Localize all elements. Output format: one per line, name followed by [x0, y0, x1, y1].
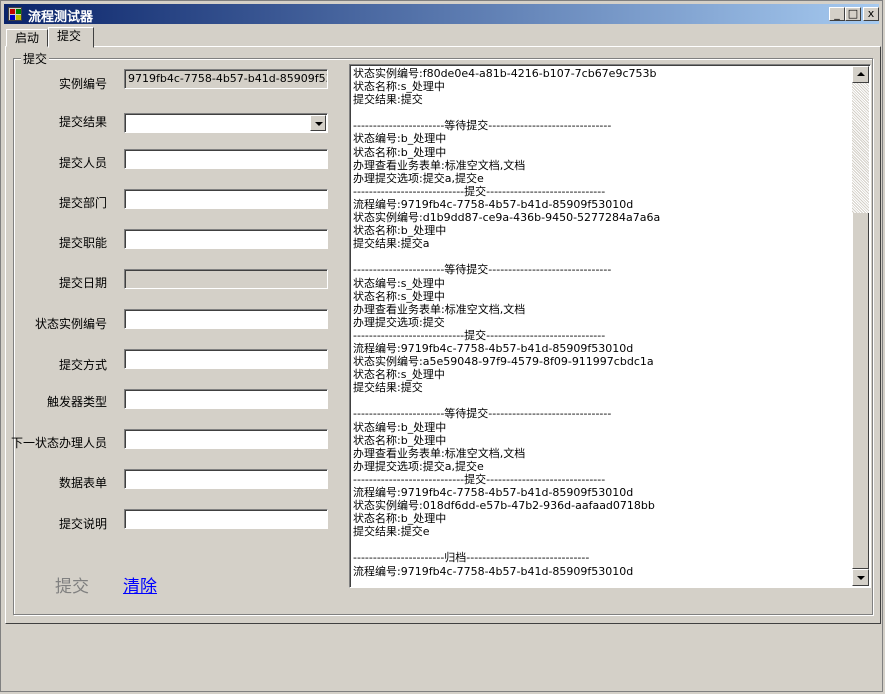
window-title: 流程测试器	[28, 10, 94, 25]
log-line: 状态编号:s_处理中	[353, 276, 445, 290]
next-handler-input[interactable]	[124, 429, 328, 449]
log-line: 状态名称:s_处理中	[353, 368, 445, 382]
role-label: 提交职能	[58, 236, 107, 250]
submit-method-label: 提交方式	[58, 358, 107, 372]
log-line: ----------------------------提交----------…	[353, 184, 606, 198]
log-line: 状态名称:b_处理中	[353, 145, 447, 159]
app-icon	[8, 7, 22, 21]
state-instance-id-input[interactable]	[124, 309, 328, 329]
minimize-button[interactable]: _	[829, 7, 845, 21]
submit-date-input[interactable]	[124, 269, 328, 289]
log-line: -----------------------等待提交-------------…	[353, 407, 612, 421]
scroll-track[interactable]	[852, 83, 869, 213]
log-line: 状态名称:b_处理中	[353, 433, 447, 447]
log-line: 状态名称:s_处理中	[353, 80, 445, 94]
title-bar[interactable]: 流程测试器 _ □ x	[4, 4, 879, 25]
log-line: 状态实例编号:018df6dd-e57b-47b2-936d-aafaad071…	[353, 499, 655, 513]
log-line: 提交结果:提交	[353, 93, 423, 107]
log-line: 提交结果:提交e	[353, 525, 430, 539]
submit-method-input[interactable]	[124, 349, 328, 369]
submitter-label: 提交人员	[58, 156, 107, 170]
log-line: 流程编号:9719fb4c-7758-4b57-b41d-85909f53010…	[353, 341, 634, 355]
close-button[interactable]: x	[863, 7, 879, 21]
log-line: ----------------------------提交----------…	[353, 328, 606, 342]
submit-note-label: 提交说明	[58, 517, 107, 531]
submit-date-label: 提交日期	[58, 276, 107, 290]
department-input[interactable]	[124, 189, 328, 209]
log-line: ----------------------------提交----------…	[353, 472, 606, 486]
maximize-button[interactable]: □	[845, 7, 861, 21]
tab-submit[interactable]: 提交	[48, 27, 94, 48]
instance-id-field[interactable]: 9719fb4c-7758-4b57-b41d-85909f53010d	[124, 69, 328, 89]
scroll-up-icon[interactable]	[852, 66, 869, 83]
tab-start[interactable]: 启动	[6, 29, 48, 47]
log-line: 办理提交选项:提交a,提交e	[353, 459, 484, 473]
log-line: 提交结果:提交a	[353, 237, 430, 251]
submitter-input[interactable]	[124, 149, 328, 169]
log-text: 状态实例编号:f80de0e4-a81b-4216-b107-7cb67e9c7…	[353, 67, 851, 585]
log-line: -----------------------等待提交-------------…	[353, 263, 612, 277]
department-label: 提交部门	[58, 196, 107, 210]
log-line: 状态名称:b_处理中	[353, 512, 447, 526]
log-line: 状态名称:b_处理中	[353, 224, 447, 238]
state-instance-id-label: 状态实例编号	[34, 317, 107, 331]
log-line: 办理提交选项:提交	[353, 315, 445, 329]
log-line: 状态编号:b_处理中	[353, 132, 447, 146]
log-line: 流程编号:9719fb4c-7758-4b57-b41d-85909f53010…	[353, 564, 634, 578]
log-line: 办理提交选项:提交a,提交e	[353, 171, 484, 185]
group-title: 提交	[21, 50, 50, 67]
log-line: 提交结果:提交	[353, 381, 423, 395]
log-line: 办理查看业务表单:标准空文档,文档	[353, 302, 526, 316]
trigger-type-input[interactable]	[124, 389, 328, 409]
log-line: 流程编号:9719fb4c-7758-4b57-b41d-85909f53010…	[353, 197, 634, 211]
log-output[interactable]: 状态实例编号:f80de0e4-a81b-4216-b107-7cb67e9c7…	[349, 64, 871, 588]
log-line: 办理查看业务表单:标准空文档,文档	[353, 446, 526, 460]
role-input[interactable]	[124, 229, 328, 249]
data-form-label: 数据表单	[58, 476, 107, 490]
log-line: -----------------------等待提交-------------…	[353, 119, 612, 133]
log-line: 状态编号:b_处理中	[353, 420, 447, 434]
log-line: 状态名称:s_处理中	[353, 289, 445, 303]
log-scrollbar[interactable]	[852, 66, 869, 586]
log-line: 流程编号:9719fb4c-7758-4b57-b41d-85909f53010…	[353, 486, 634, 499]
app-window: 流程测试器 _ □ x 启动 提交 提交 实例编号 提交结果 提交人员 提交部门…	[0, 0, 883, 692]
next-handler-label: 下一状态办理人员	[10, 436, 107, 450]
log-line: 状态实例编号:d1b9dd87-ce9a-436b-9450-5277284a7…	[353, 211, 661, 225]
submit-result-label: 提交结果	[58, 115, 107, 129]
clear-link[interactable]: 清除	[123, 572, 157, 597]
log-line: 状态实例编号:f80de0e4-a81b-4216-b107-7cb67e9c7…	[353, 67, 657, 80]
chevron-down-icon[interactable]	[310, 115, 326, 131]
trigger-type-label: 触发器类型	[46, 395, 107, 409]
scroll-down-icon[interactable]	[852, 569, 869, 586]
log-line: 办理查看业务表单:标准空文档,文档	[353, 158, 526, 172]
log-line: 状态实例编号:a5e59048-97f9-4579-8f09-911997cbd…	[353, 355, 654, 369]
submit-note-input[interactable]	[124, 509, 328, 529]
submit-result-combo[interactable]	[124, 113, 328, 133]
log-line: -----------------------归档---------------…	[353, 551, 590, 565]
instance-id-label: 实例编号	[58, 77, 107, 91]
submit-button[interactable]: 提交	[55, 572, 89, 597]
data-form-input[interactable]	[124, 469, 328, 489]
